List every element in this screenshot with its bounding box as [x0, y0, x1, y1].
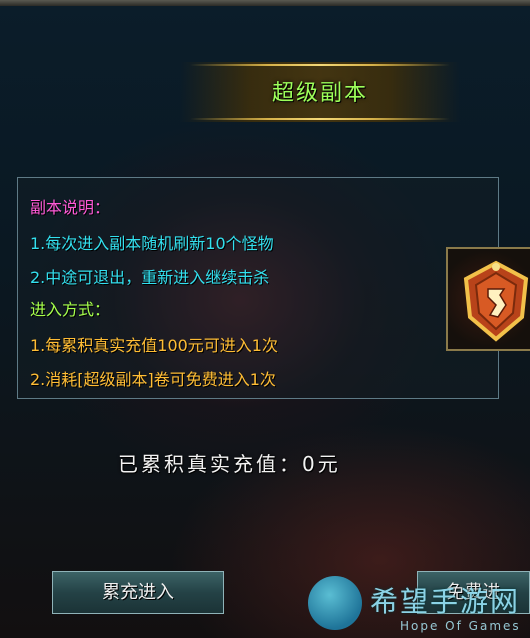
title-border-bottom	[190, 118, 450, 120]
accumulated-recharge-label: 已累积真实充值：0元	[118, 452, 341, 476]
entry-method-line-1: 1.每累积真实充值100元可进入1次	[30, 336, 278, 355]
window-top-border	[0, 0, 530, 6]
entry-method-heading: 进入方式：	[30, 300, 111, 319]
recharge-enter-button[interactable]: 累充进入	[52, 571, 224, 614]
dungeon-info-panel: 副本说明： 1.每次进入副本随机刷新10个怪物 2.中途可退出，重新进入继续击杀…	[17, 177, 499, 399]
watermark: 希望手游网 Hope Of Games	[300, 576, 530, 638]
page-title: 超级副本	[271, 81, 368, 106]
watermark-sub-text: Hope Of Games	[400, 619, 521, 633]
entry-method-line-2: 2.消耗[超级副本]卷可免费进入1次	[30, 370, 276, 389]
description-line-2: 2.中途可退出，重新进入继续击杀	[30, 268, 270, 287]
title-border-top	[190, 64, 450, 66]
watermark-main-text: 希望手游网	[370, 585, 521, 618]
dungeon-scroll-item-slot[interactable]	[446, 247, 530, 351]
scroll-shield-icon	[463, 260, 529, 342]
hope-of-games-logo	[308, 576, 362, 630]
description-line-1: 1.每次进入副本随机刷新10个怪物	[30, 234, 274, 253]
description-heading: 副本说明：	[30, 198, 111, 217]
